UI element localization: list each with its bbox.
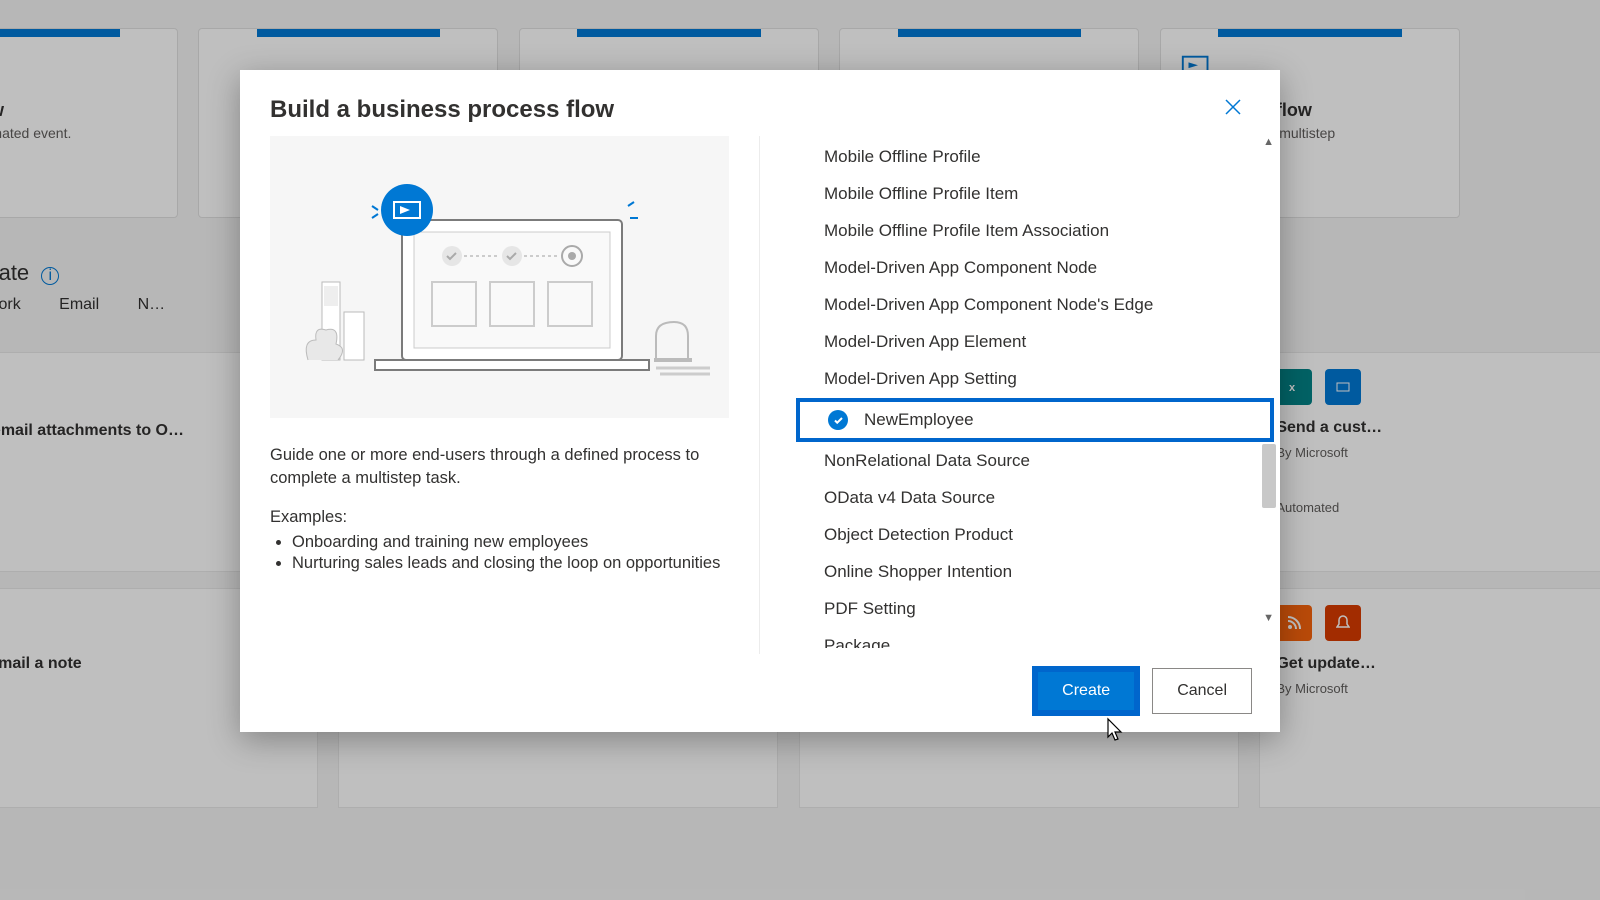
illustration: [270, 136, 729, 418]
close-icon: [1224, 98, 1242, 116]
entity-option[interactable]: Mobile Offline Profile Item: [796, 176, 1274, 212]
examples-heading: Examples:: [270, 508, 729, 527]
example-item: Nurturing sales leads and closing the lo…: [292, 554, 729, 573]
entity-option[interactable]: PDF Setting: [796, 591, 1274, 627]
entity-label: NewEmployee: [864, 410, 974, 429]
dialog-footer: Create Cancel: [240, 654, 1280, 732]
dialog-title: Build a business process flow: [270, 96, 614, 124]
entity-list[interactable]: Mobile Offline ProfileMobile Offline Pro…: [796, 138, 1274, 648]
close-button[interactable]: [1216, 94, 1250, 126]
entity-option[interactable]: Package: [796, 628, 1274, 648]
entity-option[interactable]: Mobile Offline Profile: [796, 139, 1274, 175]
build-process-flow-dialog: Build a business process flow: [240, 70, 1280, 732]
entity-picker-pane: ▲ Mobile Offline ProfileMobile Offline P…: [760, 136, 1280, 654]
dialog-description: Guide one or more end-users through a de…: [270, 444, 729, 490]
create-button[interactable]: Create: [1034, 668, 1138, 714]
dialog-left-pane: Guide one or more end-users through a de…: [240, 136, 760, 654]
entity-option[interactable]: Model-Driven App Setting: [796, 361, 1274, 397]
examples-list: Onboarding and training new employees Nu…: [292, 533, 729, 573]
check-icon: [828, 410, 848, 430]
entity-option[interactable]: Mobile Offline Profile Item Association: [796, 213, 1274, 249]
entity-option[interactable]: Model-Driven App Component Node's Edge: [796, 287, 1274, 323]
entity-option[interactable]: Model-Driven App Component Node: [796, 250, 1274, 286]
scrollbar-thumb[interactable]: [1262, 444, 1276, 508]
entity-option[interactable]: Online Shopper Intention: [796, 554, 1274, 590]
entity-option[interactable]: NewEmployee: [796, 398, 1274, 442]
entity-option[interactable]: Model-Driven App Element: [796, 324, 1274, 360]
entity-option[interactable]: Object Detection Product: [796, 517, 1274, 553]
scroll-down-arrow[interactable]: ▼: [1263, 612, 1274, 624]
example-item: Onboarding and training new employees: [292, 533, 729, 552]
cancel-button[interactable]: Cancel: [1152, 668, 1252, 714]
entity-option[interactable]: OData v4 Data Source: [796, 480, 1274, 516]
entity-option[interactable]: NonRelational Data Source: [796, 443, 1274, 479]
